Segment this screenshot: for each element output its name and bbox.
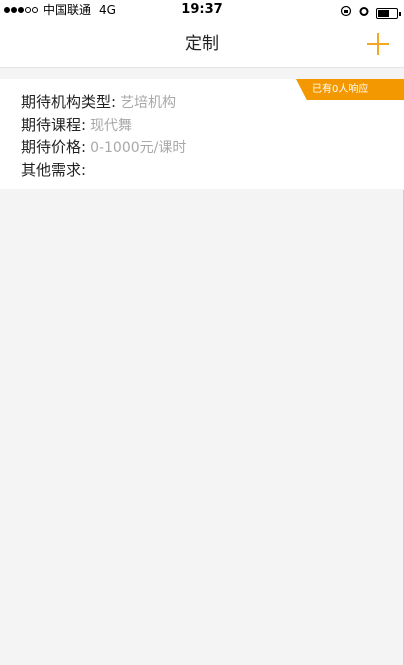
info-label: 期待机构类型: <box>21 93 117 111</box>
info-value: 0-1000元/课时 <box>90 140 187 156</box>
request-info-list: 期待机构类型: 艺培机构 期待课程: 现代舞 期待价格: 0-1000元/课时 其他需… <box>21 91 186 181</box>
info-row-institution-type: 期待机构类型: 艺培机构 <box>21 91 186 114</box>
add-request-button[interactable] <box>364 30 392 58</box>
info-row-other-needs: 其他需求: <box>21 159 186 182</box>
info-value: 现代舞 <box>90 117 133 134</box>
info-label: 期待课程: <box>21 115 87 134</box>
info-value: 艺培机构 <box>120 95 177 111</box>
status-bar: 中国联通 4G 19:37 <box>0 0 404 20</box>
response-count-badge: 已有0人响应 <box>296 79 404 100</box>
screen: 中国联通 4G 19:37 定制 已有0人响应 期待机构类型: 艺培机构 期待课… <box>0 0 404 665</box>
navigation-bar: 定制 <box>0 20 404 68</box>
battery-icon <box>376 7 401 19</box>
request-card[interactable]: 已有0人响应 期待机构类型: 艺培机构 期待课程: 现代舞 期待价格: 0-1000元… <box>0 79 404 189</box>
page-title: 定制 <box>185 34 219 54</box>
info-label: 期待价格: <box>21 138 87 156</box>
info-label: 其他需求: <box>21 160 87 179</box>
info-row-price: 期待价格: 0-1000元/课时 <box>21 136 186 159</box>
info-row-course: 期待课程: 现代舞 <box>21 114 186 137</box>
